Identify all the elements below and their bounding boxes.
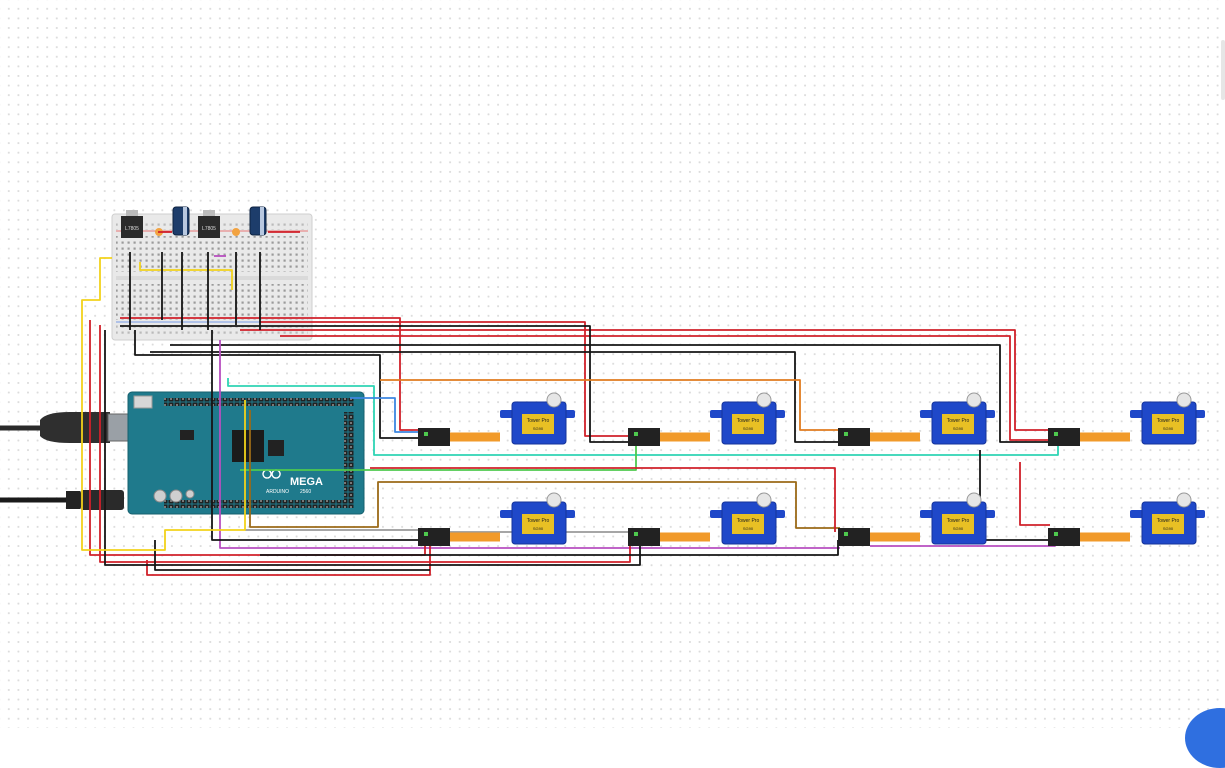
servo-model: SG90	[743, 526, 754, 531]
servo-brand: Tower Pro	[1157, 418, 1180, 424]
servo-model: SG90	[743, 426, 754, 431]
circuit-canvas[interactable]: L7805 L7805 MEGA ARDUINO 2560 Tower Pro …	[0, 0, 1225, 768]
ceramic-capacitor[interactable]	[232, 228, 240, 236]
wire-black[interactable]	[979, 450, 1050, 541]
canvas-scrollbar[interactable]	[1221, 40, 1225, 100]
servo-motor[interactable]: Tower Pro SG90	[500, 492, 575, 545]
servo-brand: Tower Pro	[737, 418, 760, 424]
servo-model: SG90	[953, 526, 964, 531]
servo-connector[interactable]	[628, 428, 710, 446]
servo-brand: Tower Pro	[527, 518, 550, 524]
servo-motor[interactable]: Tower Pro SG90	[1130, 492, 1205, 545]
servo-connector[interactable]	[628, 528, 710, 546]
regulator-label: L7805	[125, 226, 139, 232]
capacitor[interactable]	[249, 206, 267, 236]
board-title: MEGA	[290, 476, 323, 488]
servo-connector[interactable]	[418, 528, 500, 546]
circuit-diagram: L7805 L7805 MEGA ARDUINO 2560 Tower Pro …	[0, 206, 1205, 576]
board-rev: 2560	[300, 489, 311, 495]
servo-motor[interactable]: Tower Pro SG90	[500, 392, 575, 445]
servo-motor[interactable]: Tower Pro SG90	[710, 392, 785, 445]
servo-model: SG90	[953, 426, 964, 431]
servo-motor[interactable]: Tower Pro SG90	[710, 492, 785, 545]
capacitor[interactable]	[172, 206, 190, 236]
servo-brand: Tower Pro	[947, 518, 970, 524]
usb-cable	[0, 412, 135, 443]
servo-motor[interactable]: Tower Pro SG90	[1130, 392, 1205, 445]
servo-motor[interactable]: Tower Pro SG90	[920, 392, 995, 445]
servo-brand: Tower Pro	[947, 418, 970, 424]
wire-red[interactable]	[1019, 462, 1050, 526]
servo-connector[interactable]	[1048, 528, 1130, 546]
servo-model: SG90	[1163, 426, 1174, 431]
board-subtitle: ARDUINO	[266, 489, 289, 495]
servo-brand: Tower Pro	[737, 518, 760, 524]
servo-motor[interactable]: Tower Pro SG90	[920, 492, 995, 545]
servo-brand: Tower Pro	[527, 418, 550, 424]
servo-connector[interactable]	[418, 428, 500, 446]
servo-brand: Tower Pro	[1157, 518, 1180, 524]
regulator-label: L7805	[202, 226, 216, 232]
servo-connector[interactable]	[838, 528, 920, 546]
servo-model: SG90	[1163, 526, 1174, 531]
servo-model: SG90	[533, 426, 544, 431]
servo-connector[interactable]	[838, 428, 920, 446]
arduino-mega-board[interactable]: MEGA ARDUINO 2560	[127, 391, 365, 515]
servo-connector[interactable]	[1048, 428, 1130, 446]
servo-model: SG90	[533, 526, 544, 531]
